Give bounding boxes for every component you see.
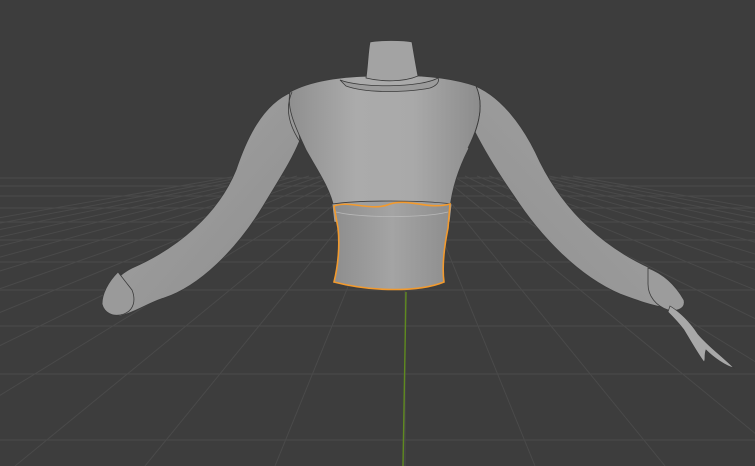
3d-viewport[interactable] <box>0 0 755 466</box>
grid-line-v <box>488 175 755 270</box>
right-hand <box>667 305 736 369</box>
left-sleeve[interactable] <box>103 91 301 317</box>
grid-line-v <box>0 175 358 396</box>
grid-line-v <box>440 175 755 434</box>
grid-line-v <box>0 175 346 347</box>
grid-line-v <box>560 175 755 214</box>
viewport-canvas[interactable] <box>0 0 755 466</box>
grid-line-v <box>572 175 755 209</box>
grid-line-v <box>476 175 755 291</box>
grid-line-v <box>464 175 755 320</box>
torso[interactable] <box>288 75 481 209</box>
neck <box>365 40 419 82</box>
grid-line-v <box>452 175 755 363</box>
grid-line-v <box>14 175 370 466</box>
grid-line-v <box>0 175 238 219</box>
waistband-selected[interactable] <box>333 201 451 291</box>
